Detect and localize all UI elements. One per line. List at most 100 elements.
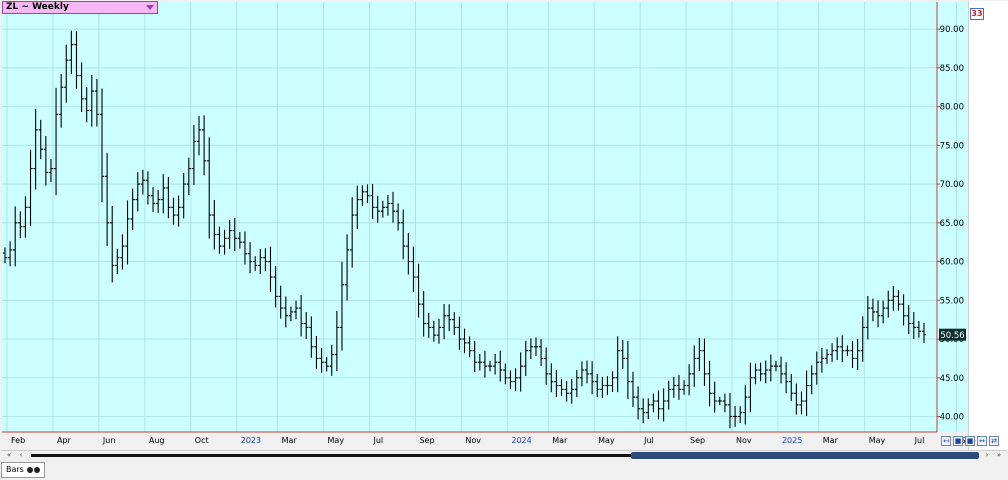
nav-zoom-in-icon[interactable]: ↔ [977,436,987,446]
scroll-left-icon[interactable]: ‹ [15,451,27,460]
y-tick-label: 40.00 [940,413,964,423]
price-bar [145,171,151,205]
nav-zoom-out-icon[interactable]: ⇄ [989,436,999,446]
price-bar [273,266,278,308]
price-bar [707,360,712,407]
y-tick-label: 80.00 [940,103,964,113]
price-bar [380,200,386,218]
x-tick-label: Sep [690,436,705,445]
price-bar [406,233,411,275]
price-bar [686,364,692,396]
price-bar [288,306,294,322]
price-bar [845,345,850,356]
symbol-label: ZL ~ Weekly [6,2,69,12]
chart-type-tab[interactable]: Bars [1,462,45,478]
price-bar [237,231,243,249]
chart-type-label: Bars [6,465,24,474]
price-bar [809,365,814,395]
price-bar [74,31,79,90]
y-tick-label: 45.00 [940,374,964,384]
y-tick-label: 85.00 [940,64,964,74]
price-bar [446,304,452,332]
price-bar [605,376,610,395]
price-bar [732,406,738,427]
ohlc-bars [2,30,927,429]
price-bar [528,338,534,360]
price-bar [646,398,651,420]
price-bar [554,370,559,397]
x-tick-label: Apr [57,436,72,445]
price-bar [702,338,707,387]
price-bar [538,339,544,367]
price-bar [743,385,748,425]
price-bar [671,377,677,398]
x-tick-label: Jul [914,436,925,445]
scroll-last-icon[interactable]: » [993,451,1005,460]
x-tick-label: 2023 [241,436,261,445]
price-bar [125,200,130,265]
scroll-first-icon[interactable]: « [3,451,15,460]
price-bar [166,176,171,219]
price-bar [171,197,176,225]
price-bar [344,234,350,301]
link-icon-2 [33,466,40,473]
price-bar [268,246,273,293]
price-bar [753,363,758,385]
price-bar [916,321,922,338]
price-bar [227,219,232,249]
price-bar [865,295,871,340]
price-bar [186,157,191,195]
price-bar [191,125,197,185]
price-bar [436,318,442,344]
price-bar [579,361,585,387]
dropdown-caret-icon[interactable] [146,5,154,10]
nav-prev-icon[interactable]: ■ [953,436,963,446]
price-bar [717,396,722,406]
price-bar [477,353,483,371]
symbol-selector[interactable]: ZL ~ Weekly [2,1,158,14]
scroll-thumb[interactable] [631,452,979,459]
price-bar [401,209,406,260]
price-bar [681,380,687,395]
y-tick-label: 65.00 [940,219,964,229]
price-bar [620,340,625,369]
x-tick-label: Nov [465,436,481,445]
price-bar [727,393,733,429]
nav-next-icon[interactable]: ■ [965,436,975,446]
scroll-right-icon[interactable]: › [981,451,993,460]
price-bar [794,383,799,415]
price-bar [487,360,493,372]
price-bar [421,291,426,337]
nav-first-icon[interactable]: ↤ [941,436,951,446]
price-bar [482,350,488,378]
price-bar [252,256,258,271]
price-bar [385,195,391,216]
study-count-badge[interactable]: 33 [970,8,984,20]
y-tick-label: 55.00 [940,296,964,306]
chart-window: 90.00 85.00 80.00 75.00 70.00 65.00 60.00 55.00… [0,0,1008,480]
price-bar [48,159,54,182]
x-tick-label: Mar [552,436,568,445]
price-bar [543,347,549,385]
price-bar [457,316,462,350]
price-bar [656,390,661,420]
price-bar [58,73,64,128]
price-bar [921,323,927,343]
x-tick-label: May [869,436,886,445]
price-bar [518,352,523,392]
price-bar [906,305,911,335]
price-bar [196,116,202,156]
price-bar [559,379,564,396]
price-bar [901,294,906,326]
price-bar [38,119,43,160]
price-chart[interactable]: 90.00 85.00 80.00 75.00 70.00 65.00 60.00 55.00… [0,0,1008,450]
price-bar [181,172,186,219]
price-bar [247,242,253,274]
price-bar [472,340,477,372]
price-bar [676,375,682,400]
price-bar [692,345,697,387]
price-bar [640,398,646,424]
x-tick-label: Nov [736,436,752,445]
horizontal-scrollbar[interactable]: « ‹ › » [1,450,1007,460]
price-bar [886,290,891,318]
